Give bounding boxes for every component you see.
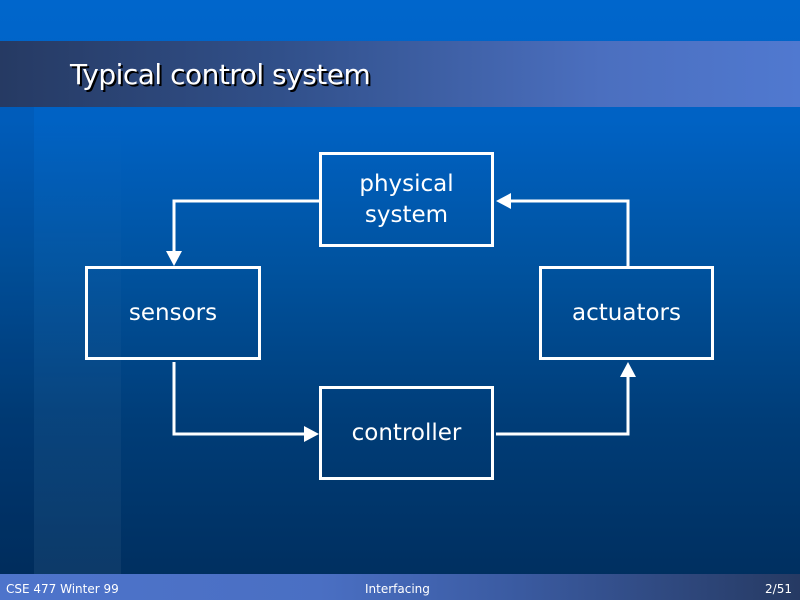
footer-page-number: 2/51 (765, 582, 792, 596)
arrowhead-up-icon (620, 362, 636, 377)
edge-sensors-to-controller (172, 362, 305, 436)
edge-controller-to-actuators (496, 376, 630, 436)
slide-footer: CSE 477 Winter 99 Interfacing 2/51 (0, 574, 800, 600)
node-actuators: actuators (539, 266, 714, 360)
node-sensors: sensors (85, 266, 261, 360)
arrowhead-left-icon (496, 193, 511, 209)
node-physical-system: physical system (319, 152, 494, 247)
footer-course: CSE 477 Winter 99 (6, 582, 119, 596)
arrowhead-down-icon (166, 251, 182, 266)
edge-physical-to-sensors (172, 199, 319, 252)
arrowhead-right-icon (304, 426, 319, 442)
edge-actuators-to-physical (510, 199, 630, 266)
node-controller: controller (319, 386, 494, 480)
footer-topic: Interfacing (365, 582, 430, 596)
